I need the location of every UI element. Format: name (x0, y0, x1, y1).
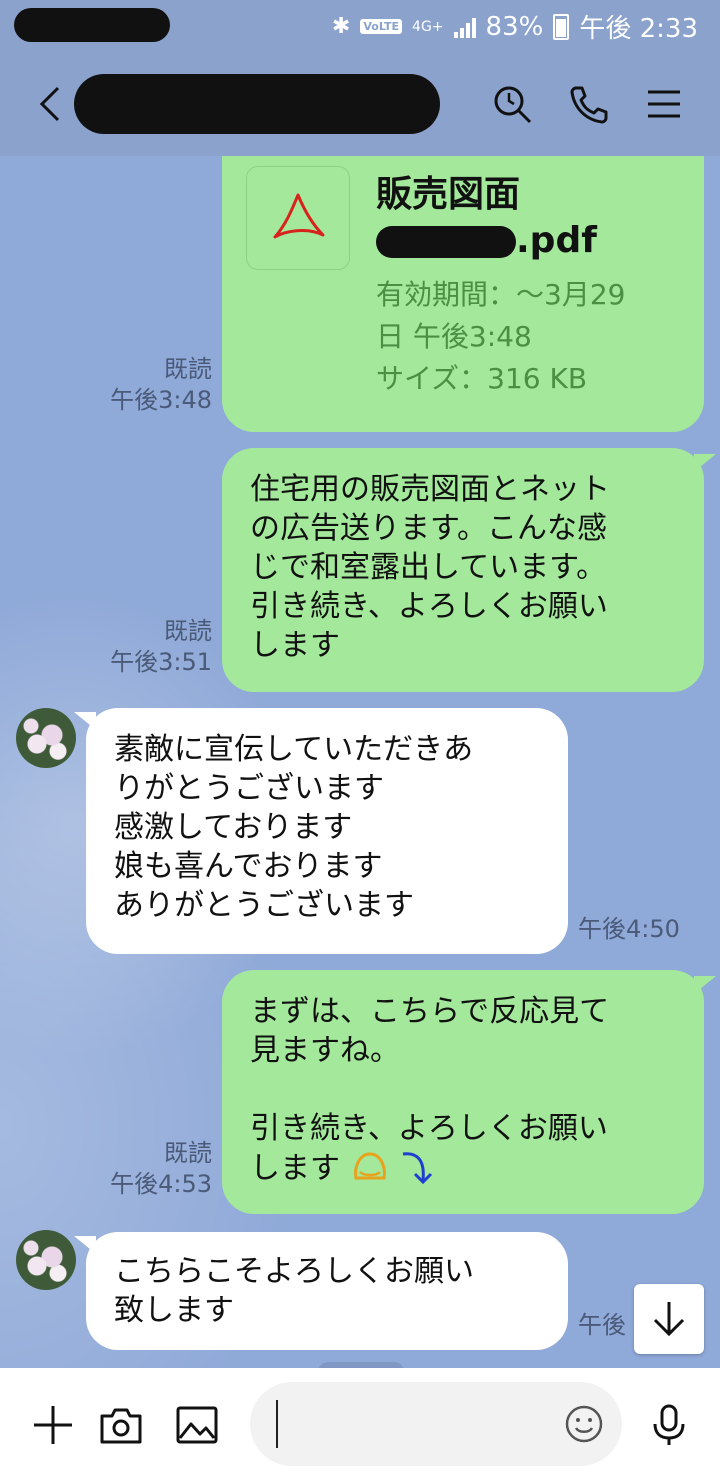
redacted-contact-name (74, 74, 440, 134)
pdf-extension: .pdf (516, 220, 597, 261)
message-bubble-outgoing[interactable]: 住宅用の販売図面とネット の広告送ります。こんな感 じで和室露出しています。 引… (222, 448, 716, 692)
message-line: 娘も喜んでおります (114, 849, 383, 884)
message-bubble-incoming[interactable]: こちらこそよろしくお願い 致します (74, 1232, 568, 1350)
pdf-attachment-bubble[interactable]: 販売図面 .pdf 有効期間：～3月29日 午後3:48 サイズ：316 KB (222, 156, 716, 432)
plus-icon[interactable] (30, 1402, 76, 1448)
message-line: 引き続き、よろしくお願い (250, 589, 608, 624)
message-line: の広告送ります。こんな感 (250, 511, 607, 546)
emoji-icon[interactable] (562, 1402, 606, 1446)
bluetooth-icon: ✱ (331, 14, 351, 39)
message-time: 午後4:53 (110, 1170, 212, 1198)
message-line (250, 1070, 676, 1109)
read-label: 既読 (164, 355, 212, 383)
arrow-down-icon (653, 1302, 685, 1337)
read-label: 既読 (164, 617, 212, 645)
message-line: 致します (114, 1293, 234, 1328)
pdf-filename: .pdf (376, 218, 597, 264)
read-label: 既読 (164, 1139, 212, 1167)
message-line: します (250, 628, 340, 663)
redacted-notification (14, 8, 170, 42)
battery-percent: 83% (485, 11, 544, 42)
message-time: 午後 (578, 1311, 626, 1339)
avatar[interactable] (16, 708, 76, 768)
microphone-icon[interactable] (646, 1402, 692, 1448)
message-line: 素敵に宣伝していただきあ (114, 732, 474, 767)
battery-icon (553, 13, 570, 40)
network-label: 4G+ (412, 18, 444, 35)
camera-icon[interactable] (98, 1402, 144, 1448)
input-bar (0, 1368, 720, 1480)
message-line: 引き続き、よろしくお願い (250, 1111, 608, 1146)
status-icons: ✱ VoLTE 4G+ 83% 午後 2:33 (332, 8, 698, 45)
avatar[interactable] (16, 1230, 76, 1290)
message-line: りがとうございます (114, 771, 384, 806)
pdf-size: サイズ：316 KB (376, 362, 588, 395)
pdf-icon (273, 193, 325, 239)
pdf-title: 販売図面 (376, 174, 521, 215)
message-time: 午後4:50 (578, 915, 680, 943)
status-bar: ✱ VoLTE 4G+ 83% 午後 2:33 (0, 0, 720, 48)
signal-icon (453, 16, 476, 38)
message-bubble-outgoing[interactable]: まずは、こちらで反応見て 見ますね。 引き続き、よろしくお願い します (222, 970, 716, 1214)
message-time: 午後3:51 (110, 648, 212, 676)
read-status: 既読 午後3:51 (80, 616, 212, 678)
redacted-filename (376, 226, 516, 258)
text-caret (276, 1400, 278, 1448)
volte-badge: VoLTE (360, 19, 403, 34)
read-status: 既読 午後3:48 (80, 354, 212, 416)
message-bubble-incoming[interactable]: 素敵に宣伝していただきあ りがとうございます 感激しております 娘も喜んでおりま… (74, 708, 568, 954)
menu-icon[interactable] (642, 82, 686, 126)
chat-area[interactable]: 既読 午後3:48 販売図面 .pdf 有効期間：～3月29日 午後3:48 サ… (0, 156, 720, 1368)
scroll-to-bottom-button[interactable] (634, 1284, 704, 1354)
pdf-thumbnail (246, 166, 350, 270)
message-line: 感激しております (114, 810, 353, 845)
chevron-left-icon[interactable] (30, 82, 74, 126)
phone-icon[interactable] (566, 82, 610, 126)
clock: 午後 2:33 (579, 14, 698, 44)
pdf-info: 有効期間：～3月29日 午後3:48 サイズ：316 KB (376, 274, 646, 400)
message-input[interactable] (250, 1382, 622, 1466)
pdf-expiry: 有効期間：～3月29日 午後3:48 (376, 278, 626, 353)
read-status: 既読 午後4:53 (80, 1138, 212, 1200)
message-line: ありがとうございます (114, 888, 414, 923)
message-line: 住宅用の販売図面とネット (250, 472, 610, 507)
message-line: まずは、こちらで反応見て (250, 994, 610, 1029)
image-icon[interactable] (174, 1402, 220, 1448)
message-line: 見ますね。 (250, 1033, 400, 1068)
search-icon[interactable] (490, 82, 534, 126)
bowing-emoji-icon (353, 1152, 386, 1180)
message-line: します (250, 1151, 340, 1186)
arrow-down-curve-icon (402, 1152, 433, 1185)
message-line: じで和室露出しています。 (250, 550, 607, 585)
message-time: 午後3:48 (110, 386, 212, 414)
message-line-with-emoji: します (250, 1148, 676, 1188)
chat-header (0, 48, 720, 156)
message-line: こちらこそよろしくお願い (114, 1254, 474, 1289)
